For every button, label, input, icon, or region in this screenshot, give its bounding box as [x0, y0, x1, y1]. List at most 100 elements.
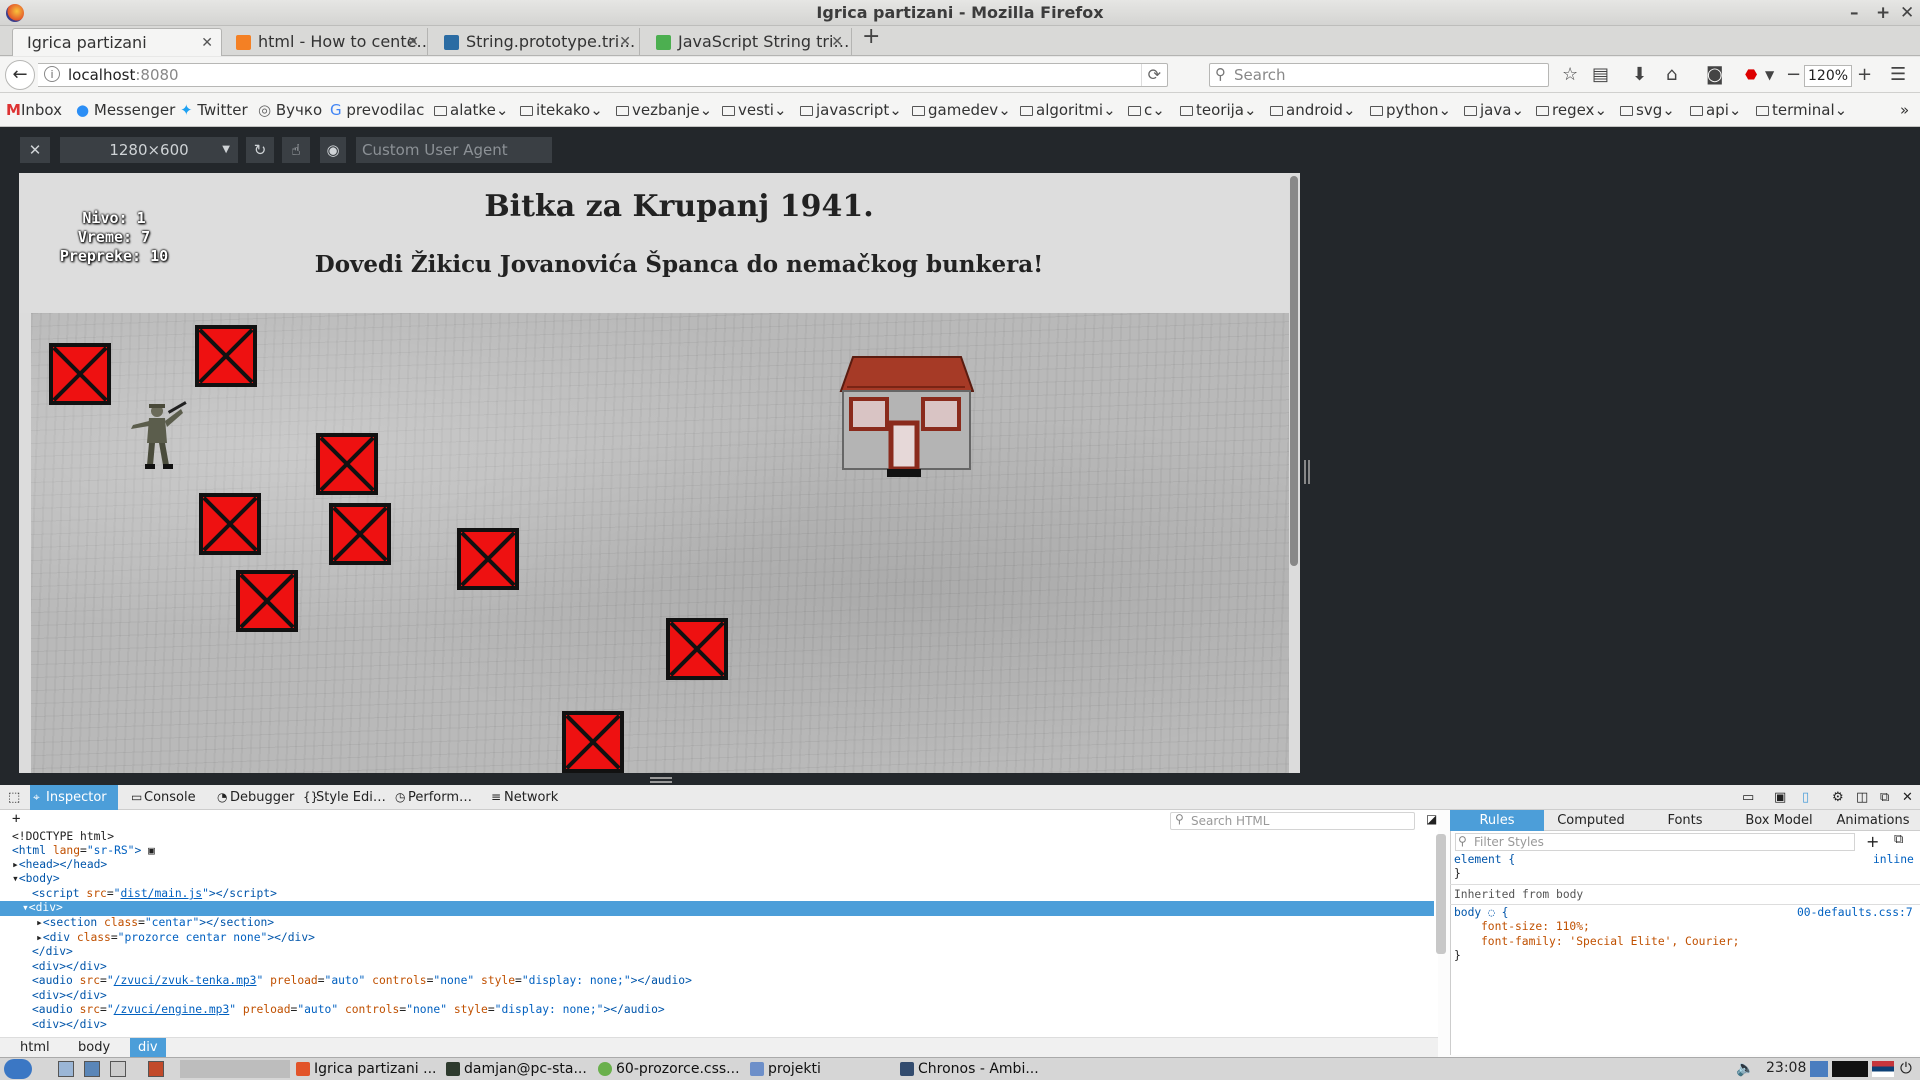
markup-scrollbar[interactable] — [1436, 834, 1446, 954]
markup-line[interactable]: <script src="dist/main.js"></script> — [0, 887, 1434, 902]
bookmark-folder-alatke[interactable]: alatke⌄ — [434, 93, 508, 127]
markup-line[interactable]: </div> — [0, 945, 1434, 960]
power-icon[interactable]: ⏻ — [1900, 1059, 1912, 1077]
eyedropper-icon[interactable]: ◪ — [1426, 812, 1437, 826]
markup-line[interactable]: ▸<head></head> — [0, 858, 1434, 873]
bookmark-star-icon[interactable]: ☆ — [1562, 64, 1578, 86]
network-icon[interactable] — [1810, 1061, 1828, 1077]
close-tab-icon[interactable]: ✕ — [201, 29, 213, 56]
search-html-input[interactable]: Search HTML — [1170, 812, 1415, 830]
breadcrumb-body[interactable]: body — [70, 1038, 118, 1058]
markup-line[interactable]: ▾<body> — [0, 872, 1434, 887]
tab-rules[interactable]: Rules — [1450, 810, 1544, 831]
filter-styles-input[interactable]: Filter Styles — [1455, 833, 1855, 851]
viewport-size-select[interactable]: 1280×600 ▼ — [60, 137, 238, 163]
close-tab-icon[interactable]: ✕ — [831, 28, 843, 56]
bookmark-folder-svg[interactable]: svg⌄ — [1620, 93, 1675, 127]
bookmark-folder-algoritmi[interactable]: algoritmi⌄ — [1020, 93, 1116, 127]
tab-debugger[interactable]: ◔ Debugger — [214, 785, 298, 810]
partisan-player-sprite[interactable] — [127, 401, 187, 471]
downloads-icon[interactable]: ⬇ — [1632, 64, 1647, 86]
undock-icon[interactable]: ⧉ — [1880, 785, 1889, 810]
taskbar-item-chronos[interactable]: Chronos - Ambi... — [898, 1059, 1039, 1079]
markup-line[interactable]: ▸<section class="centar"></section> — [0, 916, 1434, 931]
url-bar[interactable]: i localhost:8080 ⟳ — [38, 63, 1168, 87]
minimize-icon[interactable]: – — [1850, 0, 1859, 26]
pocket-icon[interactable]: ◙ — [1706, 64, 1723, 86]
tab-box-model[interactable]: Box Model — [1732, 810, 1826, 831]
markup-line-selected[interactable]: ▾<div> — [0, 901, 1434, 916]
tab-js-string-trim[interactable]: JavaScript String tri… ✕ — [648, 28, 852, 56]
tab-style-editor[interactable]: {} Style Edi… — [300, 785, 390, 810]
scratchpad-icon[interactable]: ▣ — [1774, 785, 1786, 810]
bookmark-folder-vesti[interactable]: vesti⌄ — [722, 93, 787, 127]
rule-element-selector[interactable]: element { — [1454, 853, 1515, 867]
bookmark-folder-c[interactable]: c⌄ — [1128, 93, 1165, 127]
bookmark-folder-vezbanje[interactable]: vezbanje⌄ — [616, 93, 712, 127]
bookmark-folder-java[interactable]: java⌄ — [1464, 93, 1524, 127]
split-console-icon[interactable]: ▭ — [1742, 785, 1754, 810]
markup-line[interactable]: <!DOCTYPE html> — [0, 830, 1434, 845]
close-devtools-icon[interactable]: ✕ — [1902, 785, 1913, 810]
add-node-icon[interactable]: + — [12, 812, 20, 827]
bookmark-folder-terminal[interactable]: terminal⌄ — [1756, 93, 1847, 127]
settings-gear-icon[interactable]: ⚙ — [1832, 785, 1844, 810]
dock-side-icon[interactable]: ◫ — [1856, 785, 1868, 810]
bookmark-folder-javascript[interactable]: javascript⌄ — [800, 93, 902, 127]
bookmark-folder-api[interactable]: api⌄ — [1690, 93, 1741, 127]
close-rdm-icon[interactable]: ✕ — [20, 137, 50, 163]
markup-line[interactable]: ▸<div class="prozorce centar none"></div… — [0, 931, 1434, 946]
close-window-icon[interactable]: ✕ — [1900, 0, 1914, 26]
tab-console[interactable]: ▭ Console — [128, 785, 204, 810]
search-bar[interactable]: ⚲ Search — [1209, 63, 1549, 87]
breadcrumb-html[interactable]: html — [12, 1038, 58, 1058]
viewport-resize-handle[interactable] — [1304, 460, 1310, 484]
close-tab-icon[interactable]: ✕ — [407, 28, 419, 56]
tab-fonts[interactable]: Fonts — [1638, 810, 1732, 831]
rotate-icon[interactable]: ↻ — [246, 137, 274, 163]
bookmark-folder-regex[interactable]: regex⌄ — [1536, 93, 1607, 127]
taskbar-item-projekti[interactable]: projekti — [748, 1059, 821, 1079]
start-menu-icon[interactable] — [4, 1059, 32, 1079]
close-tab-icon[interactable]: ✕ — [619, 28, 631, 56]
adblock-icon[interactable]: ⬣ — [1745, 64, 1757, 86]
bookmark-twitter[interactable]: ✦ Twitter — [180, 93, 248, 127]
taskbar-item-editor[interactable]: 60-prozorce.css... — [596, 1059, 740, 1079]
user-agent-input[interactable]: Custom User Agent — [356, 137, 552, 163]
markup-line[interactable]: <html lang="sr-RS"> ▣ — [0, 844, 1434, 859]
rule-prop-font-size[interactable]: font-size: 110%; — [1481, 920, 1590, 934]
zoom-level[interactable]: 120% — [1804, 65, 1853, 87]
tab-string-trim-mdn[interactable]: String.prototype.tri… ✕ — [436, 28, 640, 56]
bookmark-folder-android[interactable]: android⌄ — [1270, 93, 1356, 127]
clock[interactable]: 23:08 — [1766, 1060, 1806, 1076]
bookmark-folder-python[interactable]: python⌄ — [1370, 93, 1451, 127]
tab-computed[interactable]: Computed — [1544, 810, 1638, 831]
rule-body-selector[interactable]: body ◌ { — [1454, 906, 1508, 920]
responsive-mode-icon[interactable]: ▯ — [1802, 785, 1809, 810]
tab-igrica-partizani[interactable]: Igrica partizani ✕ — [12, 28, 222, 56]
toggle-pseudo-class-icon[interactable]: ⧉ — [1894, 832, 1903, 847]
taskbar-item-firefox[interactable]: Igrica partizani ... — [294, 1059, 436, 1079]
bookmark-vucko[interactable]: ◎ Вучко — [258, 93, 322, 127]
workspace-switcher[interactable] — [180, 1060, 290, 1078]
markup-line[interactable]: <div></div> — [0, 1018, 1434, 1033]
markup-line[interactable]: <audio src="/zvuci/engine.mp3" preload="… — [0, 1003, 1434, 1018]
markup-line[interactable]: <div></div> — [0, 989, 1434, 1004]
bookmark-folder-itekako[interactable]: itekako⌄ — [520, 93, 603, 127]
back-button[interactable]: ← — [5, 60, 35, 90]
touch-simulation-icon[interactable]: ☝ — [282, 137, 310, 163]
volume-icon[interactable]: 🔈 — [1736, 1059, 1755, 1077]
bookmark-folder-teorija[interactable]: teorija⌄ — [1180, 93, 1257, 127]
zoom-in-icon[interactable]: + — [1857, 64, 1872, 86]
firefox-launcher-icon[interactable] — [148, 1061, 164, 1077]
rule-body-source[interactable]: 00-defaults.css:7 — [1797, 906, 1913, 920]
zoom-out-icon[interactable]: − — [1786, 64, 1801, 86]
game-field[interactable] — [31, 313, 1289, 773]
tab-animations[interactable]: Animations — [1826, 810, 1920, 831]
markup-view[interactable]: + <!DOCTYPE html> <html lang="sr-RS"> ▣ … — [0, 810, 1438, 1037]
pick-element-icon[interactable]: ⬚ — [2, 785, 28, 810]
menu-icon[interactable]: ☰ — [1890, 64, 1906, 86]
markup-line[interactable]: <audio src="/zvuci/zvuk-tenka.mp3" prelo… — [0, 974, 1434, 989]
tab-inspector[interactable]: ⌖ Inspector — [30, 785, 118, 810]
viewport-height-handle[interactable] — [650, 777, 672, 783]
